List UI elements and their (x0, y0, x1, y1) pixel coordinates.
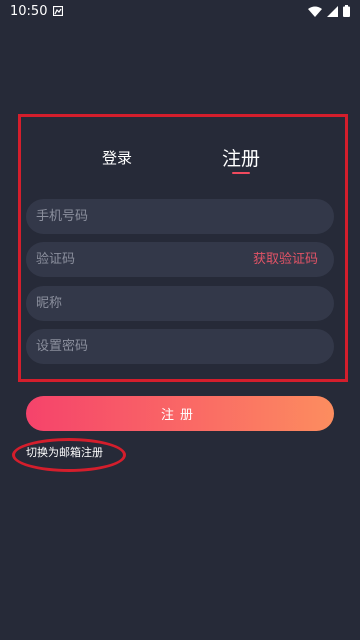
status-left: 10:50 (10, 3, 64, 19)
tab-login[interactable]: 登录 (102, 147, 132, 168)
phone-field (26, 199, 334, 234)
switch-to-email-link[interactable]: 切换为邮箱注册 (26, 444, 103, 460)
status-bar: 10:50 (0, 0, 360, 22)
wifi-icon (308, 6, 322, 17)
status-time: 10:50 (10, 3, 48, 19)
tab-bar: 登录 注册 (24, 140, 336, 180)
nickname-field (26, 286, 334, 321)
phone-input[interactable] (36, 199, 236, 234)
active-tab-indicator (232, 172, 250, 174)
tab-register[interactable]: 注册 (222, 144, 260, 171)
register-button-label: 注册 (160, 408, 199, 423)
password-input[interactable] (36, 329, 236, 364)
register-button[interactable]: 注册 (26, 396, 334, 431)
status-right (308, 5, 350, 17)
signal-icon (327, 5, 338, 17)
verification-code-field: 获取验证码 (26, 242, 334, 277)
notification-icon (53, 6, 64, 16)
get-code-button[interactable]: 获取验证码 (253, 242, 318, 277)
battery-icon (343, 5, 350, 17)
password-field (26, 329, 334, 364)
verification-code-input[interactable] (36, 242, 236, 277)
nickname-input[interactable] (36, 286, 236, 321)
